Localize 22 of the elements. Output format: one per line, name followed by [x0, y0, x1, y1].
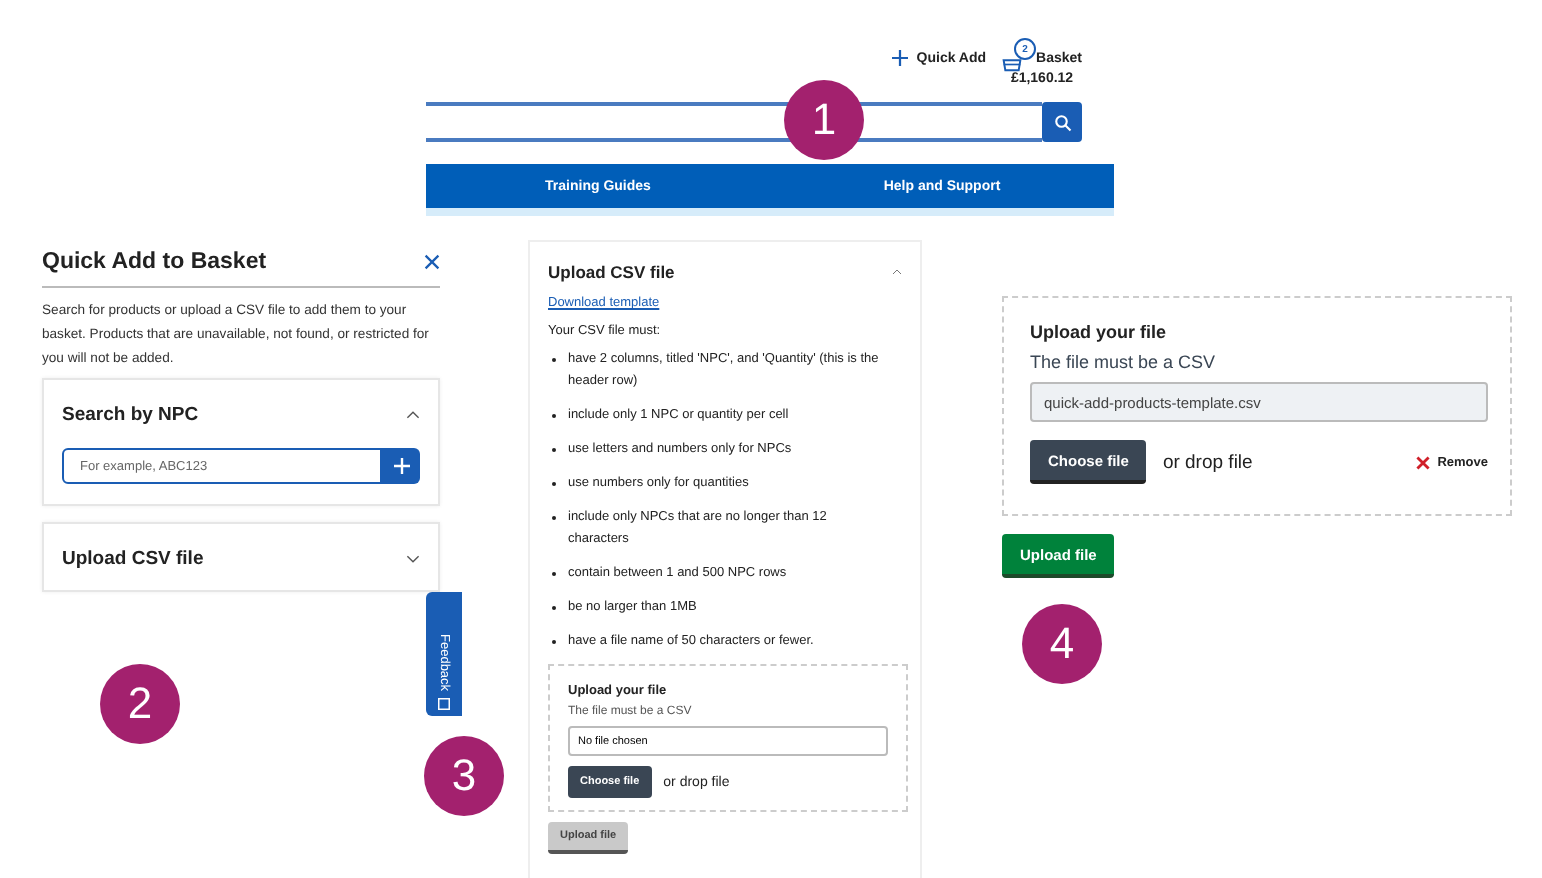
add-button[interactable]	[382, 448, 420, 484]
drop-file-label: or drop file	[1162, 451, 1253, 473]
step-number: 4	[1022, 604, 1102, 684]
chevron-up-icon[interactable]	[406, 410, 420, 420]
step-number: 1	[784, 80, 864, 160]
upload-hint: The file must be a CSV	[1030, 352, 1216, 372]
panel-title: Quick Add to Basket	[42, 250, 267, 274]
section-title[interactable]: Upload CSV file	[548, 262, 675, 282]
search-button[interactable]	[1042, 102, 1082, 142]
plus-icon	[393, 458, 409, 474]
square-icon	[438, 698, 450, 710]
chevron-up-icon[interactable]	[892, 268, 902, 276]
upload-title: Upload your file	[1030, 322, 1167, 342]
close-icon[interactable]	[424, 254, 440, 270]
section-title[interactable]: Upload CSV file	[62, 548, 204, 570]
section-title[interactable]: Search by NPC	[62, 404, 199, 426]
step-number: 2	[100, 664, 180, 744]
step-number: 3	[424, 736, 504, 816]
plus-icon	[892, 50, 909, 66]
close-icon	[1415, 455, 1430, 469]
chevron-down-icon[interactable]	[406, 554, 420, 564]
search-icon	[1053, 113, 1071, 131]
